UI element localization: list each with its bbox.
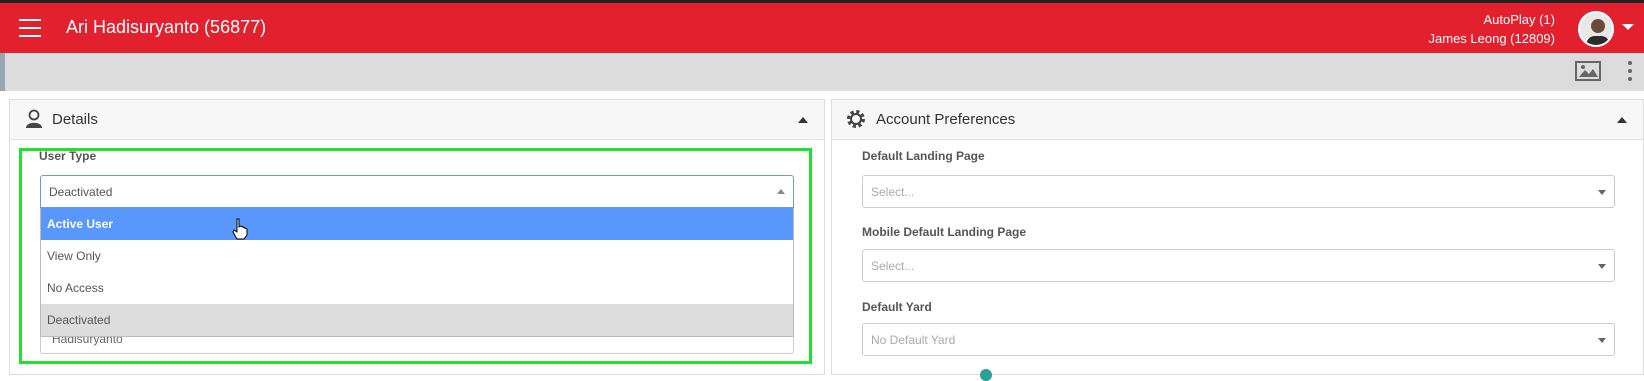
user-icon — [24, 109, 44, 129]
landing-page-select[interactable]: Select... — [862, 175, 1615, 208]
autoplay-link[interactable]: AutoPlay (1) — [1429, 10, 1555, 29]
mobile-landing-label: Mobile Default Landing Page — [862, 225, 1027, 239]
page-toolbar — [0, 53, 1644, 91]
mobile-landing-select[interactable]: Select... — [862, 249, 1615, 282]
mobile-landing-placeholder: Select... — [871, 259, 915, 273]
user-type-value: Deactivated — [49, 185, 113, 199]
preferences-panel-header[interactable]: Account Preferences — [832, 100, 1643, 140]
logged-user-name: James Leong (12809) — [1428, 31, 1555, 46]
more-options-icon[interactable] — [1627, 61, 1633, 83]
account-caret-icon[interactable] — [1622, 24, 1634, 30]
menu-icon[interactable] — [19, 19, 41, 37]
default-yard-label: Default Yard — [862, 300, 932, 314]
landing-page-placeholder: Select... — [871, 185, 915, 199]
preferences-title: Account Preferences — [876, 111, 1016, 128]
option-view-only[interactable]: View Only — [41, 240, 793, 272]
default-yard-value: No Default Yard — [871, 333, 956, 347]
collapse-icon[interactable] — [798, 117, 808, 123]
user-type-options: Active User View Only No Access Deactiva… — [40, 208, 794, 337]
page-title: Ari Hadisuryanto (56877) — [66, 17, 267, 37]
gear-icon — [846, 109, 866, 129]
user-info: AutoPlay (1) James Leong (12809) — [1429, 10, 1555, 48]
chevron-down-icon — [1598, 264, 1606, 269]
image-icon[interactable] — [1575, 61, 1601, 81]
user-type-label: User Type — [39, 149, 97, 163]
chevron-down-icon — [1598, 338, 1606, 343]
top-app-bar: Ari Hadisuryanto (56877) AutoPlay (1) Ja… — [0, 0, 1644, 53]
details-panel-header[interactable]: Details — [10, 100, 824, 140]
chevron-up-icon — [777, 189, 785, 194]
default-yard-select[interactable]: No Default Yard — [862, 323, 1615, 356]
option-active-user[interactable]: Active User — [41, 208, 793, 240]
landing-page-label: Default Landing Page — [862, 149, 985, 163]
option-no-access[interactable]: No Access — [41, 272, 793, 304]
avatar[interactable] — [1578, 11, 1614, 47]
option-deactivated[interactable]: Deactivated — [41, 304, 793, 336]
collapse-icon[interactable] — [1617, 117, 1627, 123]
help-indicator-icon — [980, 369, 992, 381]
details-title: Details — [52, 111, 98, 128]
user-type-select[interactable]: Deactivated — [40, 175, 794, 208]
chevron-down-icon — [1598, 190, 1606, 195]
